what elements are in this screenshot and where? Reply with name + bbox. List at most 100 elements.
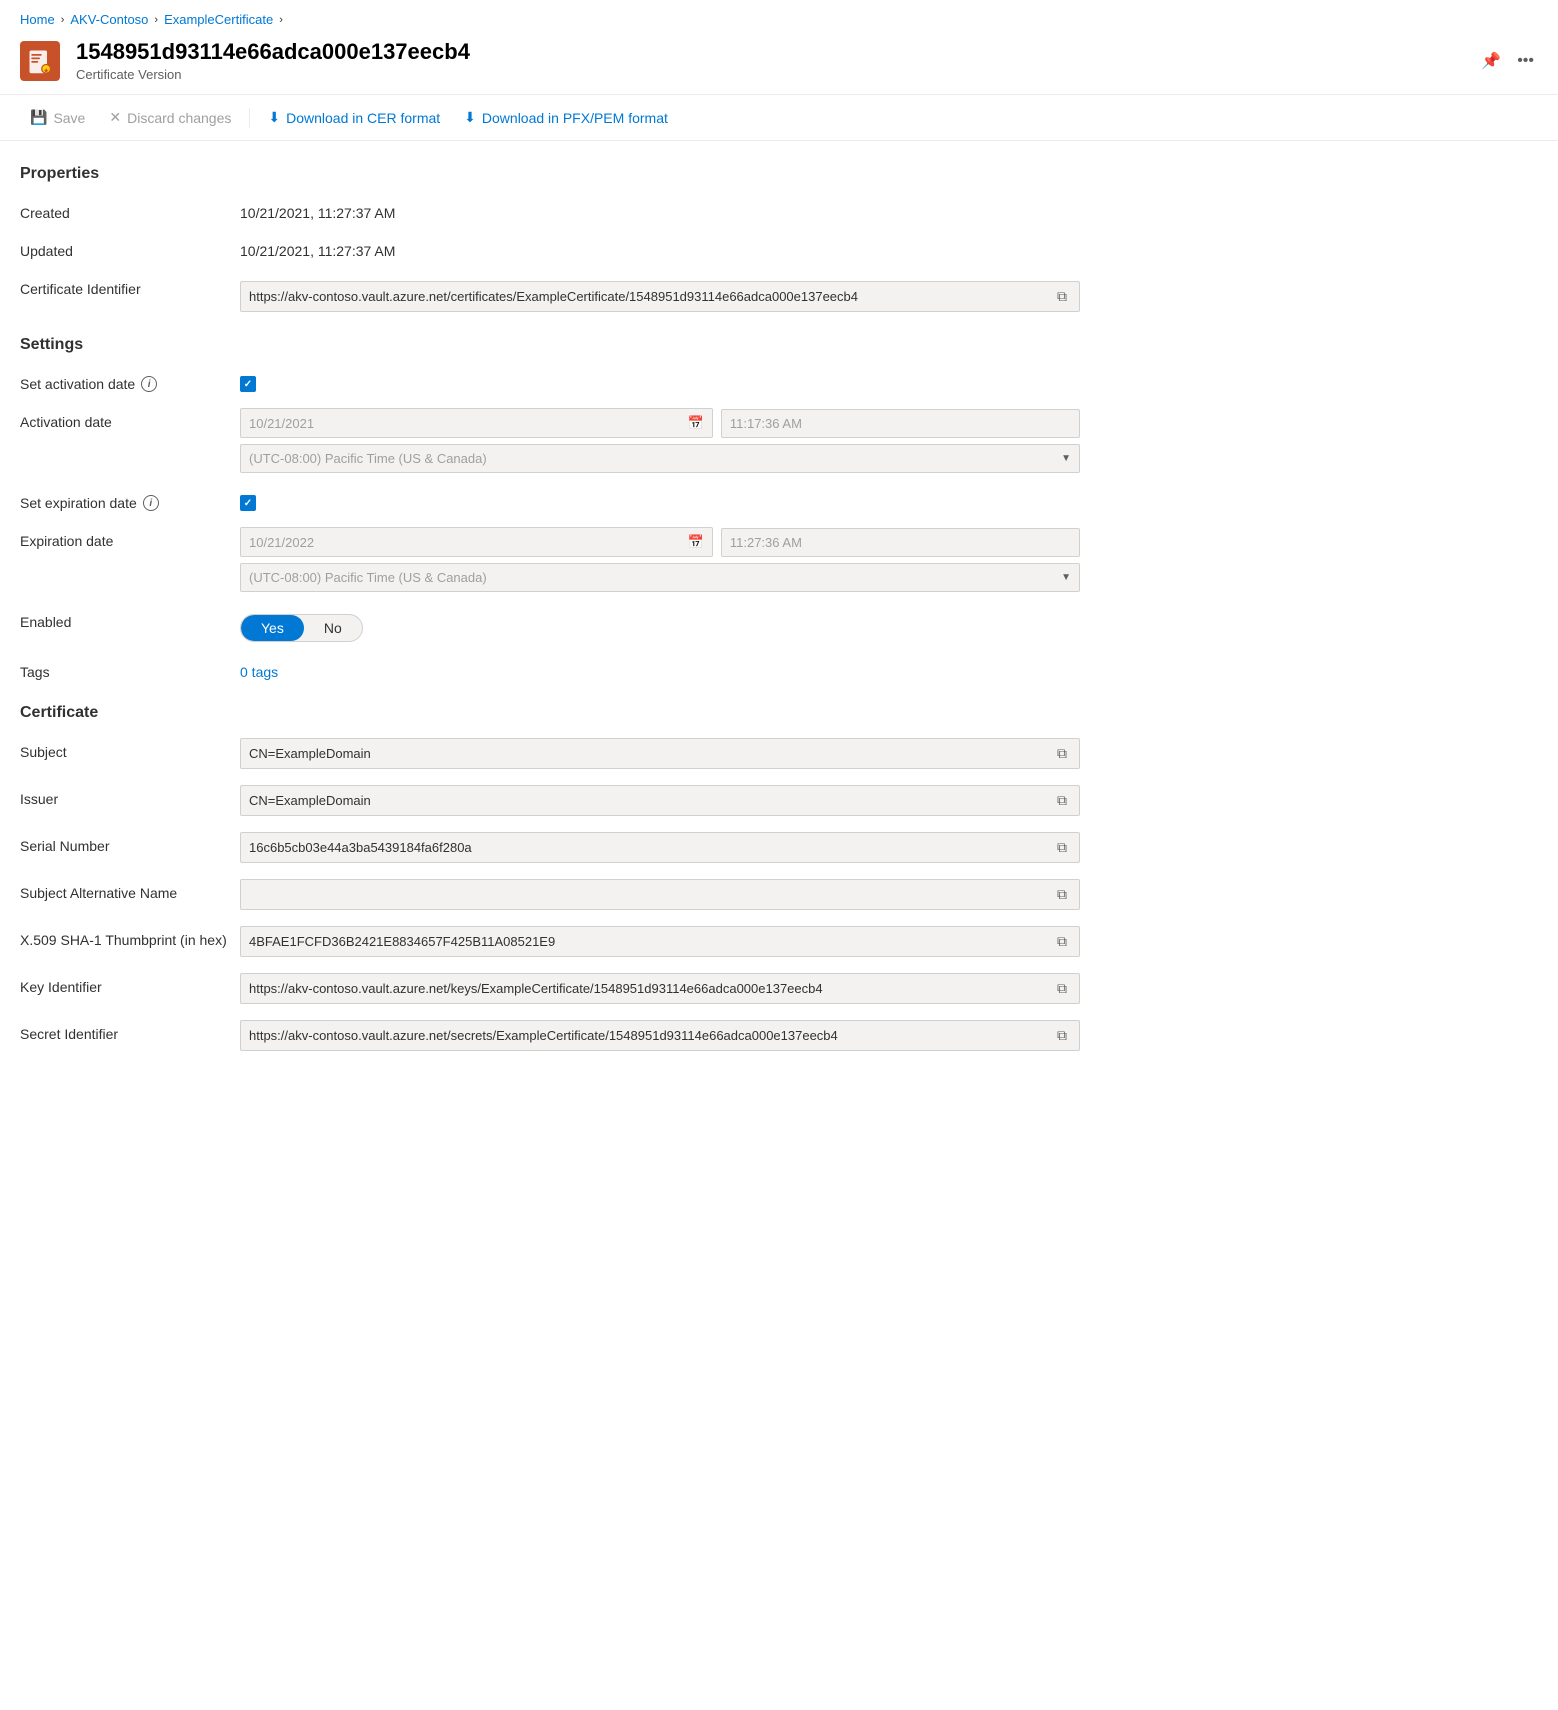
cert-id-value: https://akv-contoso.vault.azure.net/cert…	[240, 275, 1080, 312]
thumbprint-row: X.509 SHA-1 Thumbprint (in hex) 4BFAE1FC…	[20, 926, 1080, 957]
save-button[interactable]: 💾 Save	[20, 103, 95, 132]
san-row: Subject Alternative Name ⧉	[20, 879, 1080, 910]
activation-time-input[interactable]: 11:17:36 AM	[721, 409, 1080, 438]
calendar-icon-expiration: 📅	[688, 534, 704, 550]
download-pfx-button[interactable]: ⬇ Download in PFX/PEM format	[454, 103, 678, 132]
secret-id-field: https://akv-contoso.vault.azure.net/secr…	[240, 1020, 1080, 1051]
cert-id-text: https://akv-contoso.vault.azure.net/cert…	[249, 289, 1053, 304]
key-id-row: Key Identifier https://akv-contoso.vault…	[20, 973, 1080, 1004]
enabled-no-option[interactable]: No	[304, 615, 362, 641]
subject-row: Subject CN=ExampleDomain ⧉	[20, 738, 1080, 769]
activation-date-text: 10/21/2021	[249, 416, 314, 431]
cert-id-input: https://akv-contoso.vault.azure.net/cert…	[240, 281, 1080, 312]
subject-text: CN=ExampleDomain	[249, 746, 1053, 761]
activation-date-time-row: 10/21/2021 📅 11:17:36 AM	[240, 408, 1080, 438]
created-label: Created	[20, 199, 240, 221]
calendar-icon-activation: 📅	[688, 415, 704, 431]
cert-id-copy-button[interactable]: ⧉	[1053, 288, 1071, 305]
activation-date-row: Activation date 10/21/2021 📅 11:17:36 AM…	[20, 408, 1080, 473]
page-subtitle: Certificate Version	[76, 67, 1461, 82]
properties-section-title: Properties	[20, 165, 1080, 183]
serial-field: 16c6b5cb03e44a3ba5439184fa6f280a ⧉	[240, 832, 1080, 863]
updated-label: Updated	[20, 237, 240, 259]
breadcrumb-home[interactable]: Home	[20, 12, 55, 27]
download-cer-button[interactable]: ⬇ Download in CER format	[258, 103, 450, 132]
breadcrumb-vault[interactable]: AKV-Contoso	[70, 12, 148, 27]
enabled-label: Enabled	[20, 608, 240, 630]
pin-icon[interactable]: 📌	[1477, 47, 1505, 75]
key-id-field: https://akv-contoso.vault.azure.net/keys…	[240, 973, 1080, 1004]
breadcrumb: Home › AKV-Contoso › ExampleCertificate …	[0, 0, 1558, 35]
download-pfx-icon: ⬇	[464, 109, 476, 126]
download-cer-icon: ⬇	[268, 109, 280, 126]
breadcrumb-chevron-2: ›	[154, 14, 158, 26]
issuer-copy-button[interactable]: ⧉	[1053, 792, 1071, 809]
issuer-label: Issuer	[20, 785, 240, 807]
secret-id-row: Secret Identifier https://akv-contoso.va…	[20, 1020, 1080, 1051]
breadcrumb-cert[interactable]: ExampleCertificate	[164, 12, 273, 27]
thumbprint-text: 4BFAE1FCFD36B2421E8834657F425B11A08521E9	[249, 934, 1053, 949]
toolbar-separator	[249, 108, 250, 128]
activation-date-checkbox[interactable]: ✓	[240, 376, 256, 392]
subject-input: CN=ExampleDomain ⧉	[240, 738, 1080, 769]
header-action-icons: 📌 •••	[1477, 47, 1538, 75]
key-id-copy-button[interactable]: ⧉	[1053, 980, 1071, 997]
page-header: ★ 1548951d93114e66adca000e137eecb4 Certi…	[0, 35, 1558, 94]
serial-copy-button[interactable]: ⧉	[1053, 839, 1071, 856]
tags-link[interactable]: 0 tags	[240, 664, 278, 680]
issuer-row: Issuer CN=ExampleDomain ⧉	[20, 785, 1080, 816]
expiration-timezone-dropdown[interactable]: (UTC-08:00) Pacific Time (US & Canada) ▼	[240, 563, 1080, 592]
save-icon: 💾	[30, 109, 47, 126]
more-icon[interactable]: •••	[1513, 48, 1538, 74]
activation-timezone-dropdown[interactable]: (UTC-08:00) Pacific Time (US & Canada) ▼	[240, 444, 1080, 473]
subject-label: Subject	[20, 738, 240, 760]
secret-id-input: https://akv-contoso.vault.azure.net/secr…	[240, 1020, 1080, 1051]
breadcrumb-chevron-3: ›	[279, 14, 283, 26]
cert-icon: ★	[20, 41, 60, 81]
set-activation-checkbox-area: ✓	[240, 370, 1080, 392]
main-content: Properties Created 10/21/2021, 11:27:37 …	[0, 141, 1100, 1091]
enabled-toggle: Yes No	[240, 608, 1080, 642]
discard-button[interactable]: ✕ Discard changes	[99, 103, 241, 132]
activation-checkbox-container: ✓	[240, 376, 1080, 392]
activation-timezone-arrow-icon: ▼	[1061, 453, 1071, 464]
enabled-yes-option[interactable]: Yes	[241, 615, 304, 641]
tags-label: Tags	[20, 658, 240, 680]
expiration-time-input[interactable]: 11:27:36 AM	[721, 528, 1080, 557]
discard-icon: ✕	[109, 109, 121, 126]
expiration-date-field-label: Expiration date	[20, 527, 240, 549]
created-field-row: Created 10/21/2021, 11:27:37 AM	[20, 199, 1080, 221]
expiration-date-checkbox[interactable]: ✓	[240, 495, 256, 511]
set-expiration-date-row: Set expiration date i ✓	[20, 489, 1080, 511]
enabled-row: Enabled Yes No	[20, 608, 1080, 642]
set-expiration-info-icon[interactable]: i	[143, 495, 159, 511]
activation-date-input[interactable]: 10/21/2021 📅	[240, 408, 713, 438]
set-activation-info-icon[interactable]: i	[141, 376, 157, 392]
expiration-checkbox-container: ✓	[240, 495, 1080, 511]
activation-date-field-label: Activation date	[20, 408, 240, 430]
issuer-input: CN=ExampleDomain ⧉	[240, 785, 1080, 816]
san-field: ⧉	[240, 879, 1080, 910]
subject-copy-button[interactable]: ⧉	[1053, 745, 1071, 762]
tags-value: 0 tags	[240, 658, 1080, 680]
expiration-date-text: 10/21/2022	[249, 535, 314, 550]
cert-id-label: Certificate Identifier	[20, 275, 240, 297]
secret-id-text: https://akv-contoso.vault.azure.net/secr…	[249, 1028, 1053, 1043]
issuer-field: CN=ExampleDomain ⧉	[240, 785, 1080, 816]
set-activation-date-label: Set activation date i	[20, 370, 240, 392]
set-expiration-date-label: Set expiration date i	[20, 489, 240, 511]
page-title: 1548951d93114e66adca000e137eecb4	[76, 39, 1461, 65]
thumbprint-field: 4BFAE1FCFD36B2421E8834657F425B11A08521E9…	[240, 926, 1080, 957]
expiration-date-input[interactable]: 10/21/2022 📅	[240, 527, 713, 557]
thumbprint-copy-button[interactable]: ⧉	[1053, 933, 1071, 950]
thumbprint-input: 4BFAE1FCFD36B2421E8834657F425B11A08521E9…	[240, 926, 1080, 957]
expiration-date-time-row: 10/21/2022 📅 11:27:36 AM	[240, 527, 1080, 557]
set-expiration-checkbox-area: ✓	[240, 489, 1080, 511]
checkbox-check-icon: ✓	[244, 379, 252, 390]
serial-row: Serial Number 16c6b5cb03e44a3ba5439184fa…	[20, 832, 1080, 863]
thumbprint-label: X.509 SHA-1 Thumbprint (in hex)	[20, 926, 240, 948]
expiration-checkbox-check-icon: ✓	[244, 498, 252, 509]
san-copy-button[interactable]: ⧉	[1053, 886, 1071, 903]
activation-timezone-text: (UTC-08:00) Pacific Time (US & Canada)	[249, 451, 1061, 466]
secret-id-copy-button[interactable]: ⧉	[1053, 1027, 1071, 1044]
